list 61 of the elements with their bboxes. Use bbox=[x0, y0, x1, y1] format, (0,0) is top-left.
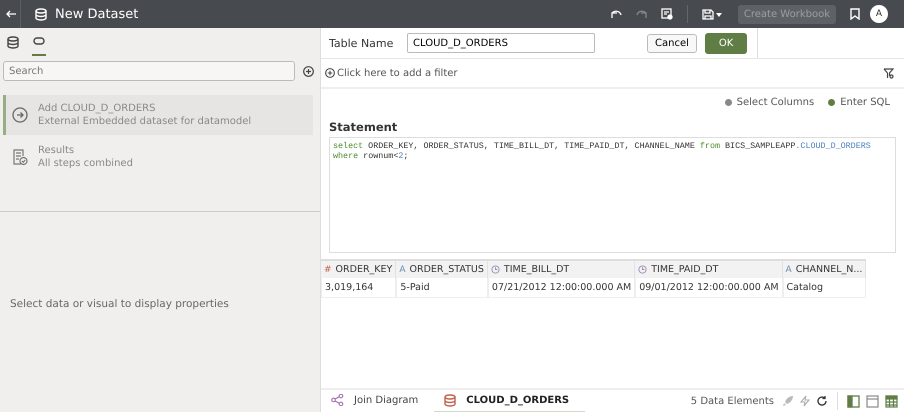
column-header[interactable]: TIME_PAID_DT bbox=[635, 261, 783, 278]
add-filter-link[interactable]: Click here to add a filter bbox=[337, 68, 881, 78]
data-element-count: 5 Data Elements bbox=[690, 396, 774, 406]
add-circle-icon[interactable] bbox=[325, 68, 335, 78]
redo-icon[interactable] bbox=[636, 10, 647, 18]
column-name: TIME_BILL_DT bbox=[504, 264, 570, 275]
table-cell: 07/21/2012 12:00:00.000 AM bbox=[488, 278, 636, 298]
table-cell: 5-Paid bbox=[396, 278, 488, 298]
column-name: ORDER_KEY bbox=[336, 264, 392, 275]
left-panel-icon[interactable] bbox=[847, 394, 860, 408]
search-field[interactable]: Search bbox=[3, 61, 295, 81]
statement-label: Statement bbox=[329, 120, 398, 134]
database-icon bbox=[7, 36, 19, 49]
bottom-tab[interactable]: Join Diagram bbox=[321, 389, 434, 412]
properties-hint: Select data or visual to display properties bbox=[9, 298, 230, 310]
cancel-button[interactable]: Cancel bbox=[647, 34, 697, 52]
column-name: TIME_PAID_DT bbox=[651, 264, 718, 275]
diagram-icon bbox=[331, 394, 344, 406]
letter-icon: A bbox=[399, 264, 406, 274]
window-title: New Dataset bbox=[55, 6, 138, 22]
table-name-label: Table Name bbox=[329, 36, 394, 50]
table-name-field[interactable]: CLOUD_D_ORDERS bbox=[407, 33, 595, 53]
user-avatar[interactable]: A bbox=[870, 5, 888, 23]
table-cell: Catalog bbox=[782, 278, 866, 298]
table-cell: 09/01/2012 12:00:00.000 AM bbox=[635, 278, 783, 298]
clock-icon bbox=[490, 265, 500, 274]
ok-button[interactable]: OK bbox=[704, 32, 748, 54]
preview-icon[interactable] bbox=[660, 8, 673, 20]
undo-icon[interactable] bbox=[610, 10, 622, 18]
table-view-icon[interactable] bbox=[885, 394, 898, 408]
top-panel-icon[interactable] bbox=[866, 394, 879, 408]
bookmark-icon[interactable] bbox=[850, 8, 860, 20]
table-cell: 3,019,164 bbox=[321, 278, 396, 298]
panel-tab[interactable] bbox=[32, 36, 46, 56]
refresh-icon[interactable] bbox=[816, 395, 828, 407]
step-subtitle: External Embedded dataset for datamodel bbox=[38, 116, 252, 127]
database-icon bbox=[444, 394, 456, 406]
column-header[interactable]: A ORDER_STATUS bbox=[396, 261, 488, 278]
column-name: CHANNEL_N... bbox=[796, 264, 862, 275]
step-title: Results bbox=[38, 145, 76, 156]
capsule-icon bbox=[33, 36, 45, 46]
clock-icon bbox=[638, 265, 648, 274]
sql-editor[interactable]: select ORDER_KEY, ORDER_STATUS, TIME_BILL_DT, TIME_PAID_DT, CHANNEL_NAME from BICS_SAMPLEAPP.CLOUD_D_ORDERS where rownum<2; bbox=[329, 137, 896, 253]
column-header[interactable]: # ORDER_KEY bbox=[321, 261, 396, 278]
add-circle-icon[interactable] bbox=[303, 66, 314, 76]
column-header[interactable]: A CHANNEL_N... bbox=[782, 261, 866, 278]
column-header[interactable]: TIME_BILL_DT bbox=[488, 261, 636, 278]
column-name: ORDER_STATUS bbox=[410, 264, 484, 275]
filter-icon[interactable] bbox=[883, 68, 894, 78]
letter-icon: A bbox=[786, 264, 792, 274]
arrow-circle-icon bbox=[12, 107, 28, 123]
step-title: Add CLOUD_D_ORDERS bbox=[38, 103, 156, 114]
document-check-icon bbox=[12, 148, 28, 166]
database-icon bbox=[35, 8, 47, 20]
save-dropdown-icon[interactable] bbox=[702, 8, 724, 20]
back-arrow-icon[interactable] bbox=[6, 10, 16, 18]
hash-icon: # bbox=[324, 264, 332, 274]
step-subtitle: All steps combined bbox=[38, 158, 133, 169]
mode-option[interactable]: Select Columns bbox=[724, 97, 814, 108]
bottom-tab[interactable]: CLOUD_D_ORDERS bbox=[434, 389, 586, 412]
mode-option[interactable]: Enter SQL bbox=[828, 97, 890, 108]
